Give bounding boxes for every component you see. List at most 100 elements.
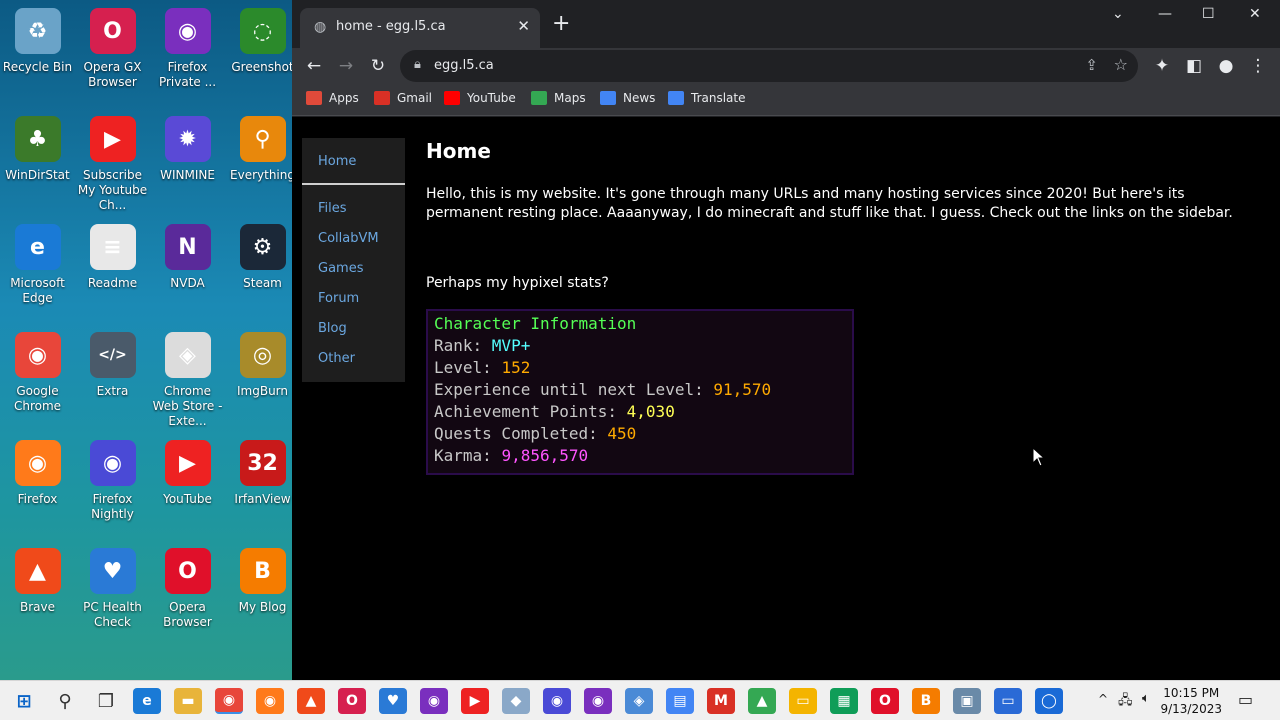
desktop-icon[interactable]: ◌ Greenshot xyxy=(225,8,300,75)
desktop-icon[interactable]: ◈ Chrome Web Store - Exte... xyxy=(150,332,225,429)
drop-icon[interactable]: ◆ xyxy=(502,688,530,714)
tab-search-icon[interactable]: ⌄ xyxy=(1112,6,1124,22)
profile-icon[interactable]: ● xyxy=(1214,54,1238,78)
firefox-icon: ◉ xyxy=(14,440,61,486)
nav-collabvm[interactable]: CollabVM xyxy=(302,224,405,254)
desktop-icon[interactable]: ◉ Firefox Nightly xyxy=(75,440,150,522)
desktop-icon[interactable]: B My Blog xyxy=(225,548,300,615)
opera-gx-icon[interactable]: O xyxy=(338,688,366,714)
youtube-icon[interactable]: ▶ xyxy=(461,688,489,714)
desktop-icon[interactable]: ▲ Brave xyxy=(0,548,75,615)
clock-date: 9/13/2023 xyxy=(1160,702,1222,716)
bookmark-label: News xyxy=(623,91,656,105)
youtube-icon: ▶ xyxy=(164,440,211,486)
blogger-icon[interactable]: B xyxy=(912,688,940,714)
desktop-icon[interactable]: ♣ WinDirStat xyxy=(0,116,75,183)
nav-home[interactable]: Home xyxy=(302,138,405,185)
desktop-icon[interactable]: ◎ ImgBurn xyxy=(225,332,300,399)
desktop-icon[interactable]: ◉ Firefox xyxy=(0,440,75,507)
task-view-icon[interactable]: ❐ xyxy=(92,688,120,714)
extensions-icon[interactable]: ✦ xyxy=(1150,54,1174,78)
firefox-private-icon[interactable]: ◉ xyxy=(584,688,612,714)
firefox-private-icon[interactable]: ◉ xyxy=(420,688,448,714)
slides-icon[interactable]: ▭ xyxy=(789,688,817,714)
opera-icon[interactable]: O xyxy=(871,688,899,714)
firefox-private-icon: ◉ xyxy=(164,8,211,54)
firefox-icon[interactable]: ◉ xyxy=(256,688,284,714)
bookmark-news[interactable]: News xyxy=(600,91,655,105)
nav-forum[interactable]: Forum xyxy=(302,284,405,314)
image-icon[interactable]: ▣ xyxy=(953,688,981,714)
new-tab-button[interactable]: + xyxy=(552,13,570,35)
folder-icon[interactable]: ▬ xyxy=(174,688,202,714)
lock-icon[interactable]: 🔒︎ xyxy=(414,57,421,72)
firefox-nightly-icon[interactable]: ◉ xyxy=(543,688,571,714)
desktop-icon[interactable]: </> Extra xyxy=(75,332,150,399)
search-icon[interactable]: ⚲ xyxy=(51,688,79,714)
bookmark-youtube[interactable]: YouTube xyxy=(444,91,516,105)
chrome-icon[interactable]: ◉ xyxy=(215,688,243,714)
notifications-icon[interactable]: ▭ xyxy=(1238,690,1253,709)
bookmark-gmail[interactable]: Gmail xyxy=(374,91,432,105)
desktop-icon[interactable]: O Opera Browser xyxy=(150,548,225,630)
volume-icon[interactable]: 🔈︎ xyxy=(1142,691,1150,706)
desktop-icon[interactable]: ✹ WINMINE xyxy=(150,116,225,183)
side-panel-icon[interactable]: ◧ xyxy=(1182,54,1206,78)
address-bar[interactable]: 🔒︎ egg.l5.ca ⇪ ☆ xyxy=(400,50,1138,82)
tray-chevron-icon[interactable]: ^ xyxy=(1098,692,1108,706)
bookmark-apps[interactable]: Apps xyxy=(306,91,359,105)
desktop-icon-label: NVDA xyxy=(170,276,205,290)
close-window-button[interactable]: ✕ xyxy=(1249,6,1261,22)
bookmark-maps[interactable]: Maps xyxy=(531,91,586,105)
hypixel-stats-card[interactable]: Character Information Rank: MVP+ Level: 1… xyxy=(426,309,854,475)
desktop-icon[interactable]: ⚙ Steam xyxy=(225,224,300,291)
cortana-icon[interactable]: ◯ xyxy=(1035,688,1063,714)
tab-close-icon[interactable]: ✕ xyxy=(517,17,530,35)
irfanview-icon: 32 xyxy=(239,440,286,486)
desktop-icon[interactable]: 32 IrfanView xyxy=(225,440,300,507)
heart-icon[interactable]: ♥ xyxy=(379,688,407,714)
docs-icon[interactable]: ▤ xyxy=(666,688,694,714)
forward-icon[interactable]: → xyxy=(334,54,358,78)
desktop-icon[interactable]: ≡ Readme xyxy=(75,224,150,291)
desktop-icon[interactable]: ▶ YouTube xyxy=(150,440,225,507)
nav-other[interactable]: Other xyxy=(302,344,405,374)
store-icon[interactable]: ◈ xyxy=(625,688,653,714)
sheets-icon[interactable]: ▦ xyxy=(830,688,858,714)
desktop-icon-label: Firefox Nightly xyxy=(91,492,134,521)
desktop-icon[interactable]: ♥ PC Health Check xyxy=(75,548,150,630)
back-icon[interactable]: ← xyxy=(302,54,326,78)
start-icon[interactable]: ⊞ xyxy=(10,688,38,714)
desktop-icon[interactable]: N NVDA xyxy=(150,224,225,291)
nav-files[interactable]: Files xyxy=(302,194,405,224)
bookmark-star-icon[interactable]: ☆ xyxy=(1114,55,1128,74)
desktop-icon[interactable]: e Microsoft Edge xyxy=(0,224,75,306)
bookmark-label: Translate xyxy=(691,91,746,105)
desktop-icon[interactable]: ▶ Subscribe My Youtube Ch... xyxy=(75,116,150,213)
brave-icon[interactable]: ▲ xyxy=(297,688,325,714)
share-icon[interactable]: ⇪ xyxy=(1085,56,1098,74)
desktop-icon[interactable]: ⚲ Everything xyxy=(225,116,300,183)
drive-icon[interactable]: ▲ xyxy=(748,688,776,714)
desktop-icon[interactable]: ◉ Firefox Private ... xyxy=(150,8,225,90)
clock[interactable]: 10:15 PM 9/13/2023 xyxy=(1160,685,1222,717)
url-text[interactable]: egg.l5.ca xyxy=(434,58,494,73)
tab-title: home - egg.l5.ca xyxy=(336,19,446,34)
desktop-icon-label: Extra xyxy=(96,384,129,398)
desktop-icon[interactable]: ◉ Google Chrome xyxy=(0,332,75,414)
nav-games[interactable]: Games xyxy=(302,254,405,284)
minimize-button[interactable]: — xyxy=(1158,6,1172,22)
network-icon[interactable]: 🖧︎ xyxy=(1118,691,1133,713)
tab-home[interactable]: ◍ home - egg.l5.ca ✕ xyxy=(300,8,540,48)
maximize-button[interactable]: ☐ xyxy=(1202,6,1215,22)
desktop-icon[interactable]: O Opera GX Browser xyxy=(75,8,150,90)
edge-icon[interactable]: e xyxy=(133,688,161,714)
desktop-icon-label: Greenshot xyxy=(231,60,294,74)
window-icon[interactable]: ▭ xyxy=(994,688,1022,714)
reload-icon[interactable]: ↻ xyxy=(366,54,390,78)
desktop-icon[interactable]: ♻ Recycle Bin xyxy=(0,8,75,75)
bookmark-translate[interactable]: Translate xyxy=(668,91,746,105)
nav-blog[interactable]: Blog xyxy=(302,314,405,344)
gmail-icon[interactable]: M xyxy=(707,688,735,714)
menu-icon[interactable]: ⋮ xyxy=(1246,54,1270,78)
